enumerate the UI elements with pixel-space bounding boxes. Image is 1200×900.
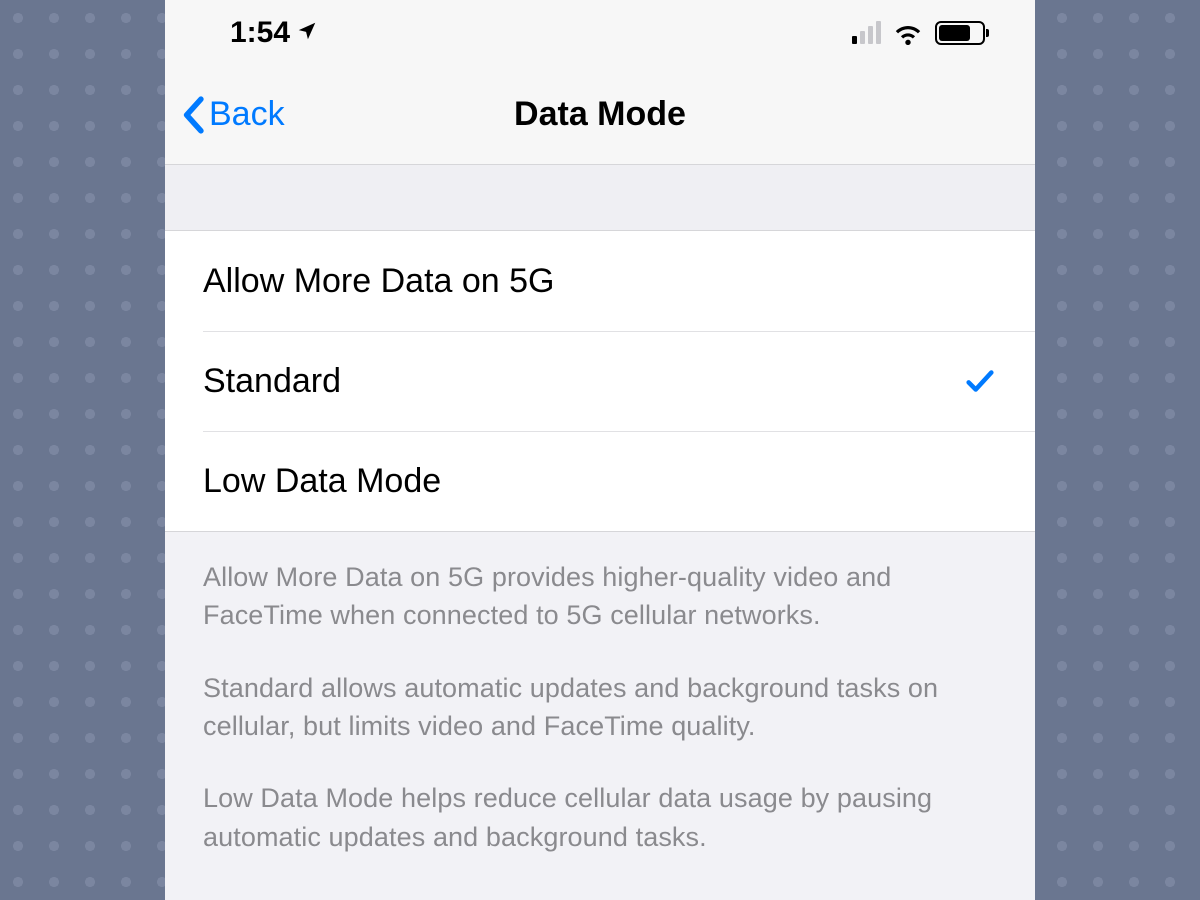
- phone-screen: 1:54 Back Data Mode: [165, 0, 1035, 900]
- back-button[interactable]: Back: [181, 95, 285, 134]
- data-mode-options-list: Allow More Data on 5G Standard Low Data …: [165, 230, 1035, 532]
- option-allow-more-data-5g[interactable]: Allow More Data on 5G: [165, 231, 1035, 331]
- cellular-signal-icon: [852, 21, 881, 44]
- footer-paragraph: Allow More Data on 5G provides higher-qu…: [203, 558, 997, 635]
- footer-paragraph: Low Data Mode helps reduce cellular data…: [203, 779, 997, 856]
- wifi-icon: [891, 20, 925, 46]
- option-low-data-mode[interactable]: Low Data Mode: [165, 431, 1035, 531]
- location-arrow-icon: [296, 16, 318, 50]
- battery-icon: [935, 21, 985, 45]
- section-spacer: [165, 165, 1035, 230]
- status-bar: 1:54: [165, 0, 1035, 65]
- checkmark-icon: [963, 364, 997, 398]
- option-label: Standard: [203, 362, 341, 401]
- option-standard[interactable]: Standard: [165, 331, 1035, 431]
- option-label: Allow More Data on 5G: [203, 262, 555, 301]
- back-label: Back: [209, 95, 285, 134]
- status-right: [852, 20, 985, 46]
- section-footer-text: Allow More Data on 5G provides higher-qu…: [165, 532, 1035, 890]
- option-label: Low Data Mode: [203, 462, 441, 501]
- status-time: 1:54: [230, 16, 290, 50]
- footer-paragraph: Standard allows automatic updates and ba…: [203, 669, 997, 746]
- nav-bar: Back Data Mode: [165, 65, 1035, 165]
- status-left: 1:54: [230, 16, 318, 50]
- chevron-left-icon: [181, 96, 205, 134]
- page-title: Data Mode: [165, 95, 1035, 134]
